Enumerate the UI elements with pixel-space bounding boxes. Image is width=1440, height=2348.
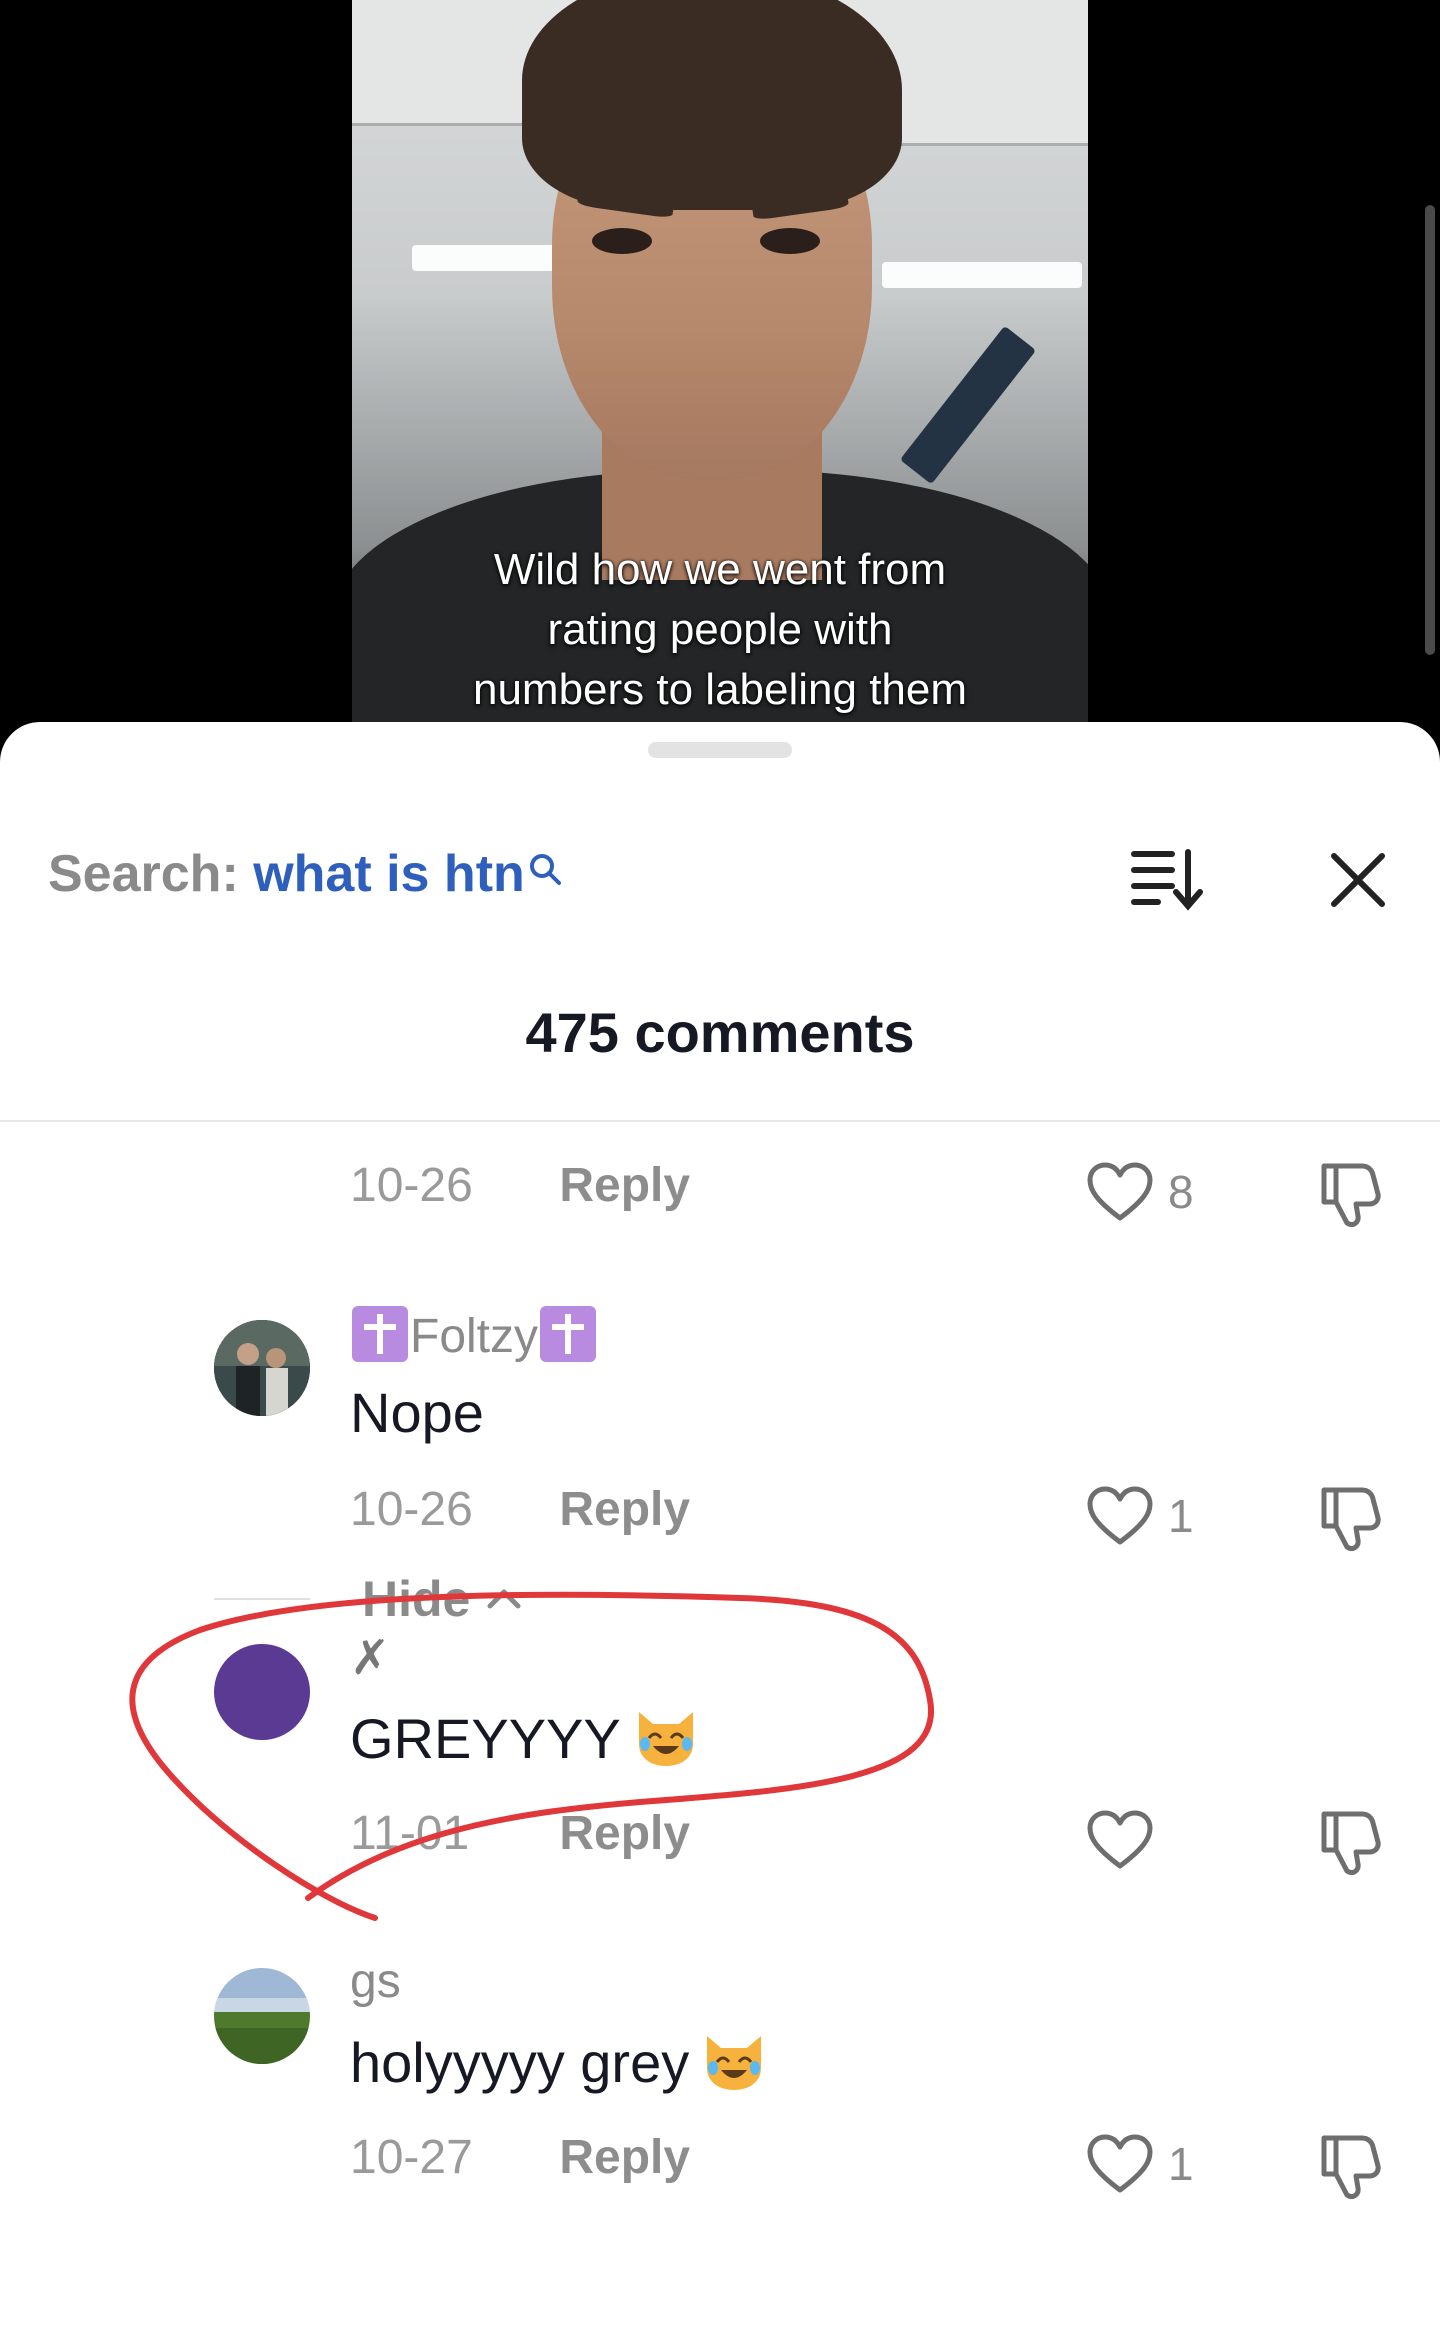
like-button[interactable]: 1: [1086, 2134, 1194, 2194]
like-count: 1: [1168, 2138, 1194, 2190]
drag-handle[interactable]: [648, 742, 792, 758]
comment-date: 10-26: [350, 1159, 473, 1212]
reply-button[interactable]: Reply: [559, 1807, 690, 1860]
comment-meta: 10-26 Reply: [350, 1482, 690, 1542]
hide-divider: [214, 1598, 310, 1600]
cross-emoji-icon: [352, 1306, 408, 1362]
chevron-up-icon: [487, 1589, 521, 1609]
search-query-link[interactable]: what is htn: [253, 845, 525, 903]
like-count: 8: [1168, 1166, 1194, 1218]
dislike-icon[interactable]: [1316, 2128, 1388, 2200]
search-icon[interactable]: [527, 840, 563, 885]
like-button[interactable]: 1: [1086, 1486, 1194, 1546]
sort-icon[interactable]: [1128, 844, 1204, 914]
ceiling-light: [412, 245, 562, 271]
comment-text: Nope: [350, 1381, 484, 1444]
comment-count: 475 comments: [525, 1001, 915, 1064]
header-divider: [0, 1120, 1440, 1122]
person-hair: [522, 0, 902, 210]
avatar[interactable]: [214, 1320, 310, 1416]
close-icon[interactable]: [1320, 842, 1396, 918]
avatar[interactable]: [214, 1968, 310, 2064]
comment-date: 11-01: [350, 1807, 470, 1860]
comment-meta: 10-27 Reply: [350, 2130, 690, 2190]
comment-search[interactable]: Search: what is htn: [48, 844, 563, 904]
reply-button[interactable]: Reply: [559, 1483, 690, 1536]
heart-icon: [1087, 2134, 1153, 2193]
dislike-icon[interactable]: [1316, 1804, 1388, 1876]
dislike-icon[interactable]: [1316, 1480, 1388, 1552]
comment-text: GREYYYY: [350, 1704, 699, 1771]
comments-sheet: Search: what is htn 475 comments: [0, 722, 1440, 2348]
reply-button[interactable]: Reply: [559, 1159, 690, 1212]
comment-meta: 11-01 Reply: [350, 1806, 690, 1866]
comment-date: 10-26: [350, 1483, 473, 1536]
like-button[interactable]: [1086, 1810, 1168, 1870]
cat-tears-of-joy-icon: [701, 2028, 767, 2094]
heart-icon: [1087, 1162, 1153, 1221]
comment-username[interactable]: ✗: [350, 1630, 390, 1686]
comment-username[interactable]: gs: [350, 1954, 401, 2009]
comment-text: holyyyyy grey: [350, 2028, 767, 2095]
video-area: Wild how we went from rating people with…: [0, 0, 1440, 760]
cross-emoji-icon: [540, 1306, 597, 1362]
cat-tears-of-joy-icon: [633, 1704, 699, 1770]
like-button[interactable]: 8: [1086, 1162, 1194, 1222]
avatar[interactable]: [214, 1644, 310, 1740]
ceiling-light: [882, 262, 1082, 288]
left-eye: [592, 228, 652, 254]
like-count: 1: [1168, 1490, 1194, 1542]
comment-date: 10-27: [350, 2131, 473, 2184]
search-label: Search:: [48, 845, 239, 903]
heart-icon: [1087, 1810, 1153, 1869]
right-eye: [760, 228, 820, 254]
exit-sign: [899, 325, 1037, 485]
heart-icon: [1087, 1486, 1153, 1545]
hide-label: Hide: [362, 1571, 471, 1627]
reply-button[interactable]: Reply: [559, 2131, 690, 2184]
hide-replies-button[interactable]: Hide: [214, 1570, 524, 1628]
video-scrollbar[interactable]: [1425, 205, 1435, 655]
dislike-icon[interactable]: [1316, 1156, 1388, 1228]
comment-username[interactable]: Foltzy: [350, 1306, 598, 1364]
video-player[interactable]: Wild how we went from rating people with…: [352, 0, 1088, 730]
video-caption: Wild how we went from rating people with…: [472, 545, 968, 714]
comment-meta: 10-26 Reply: [350, 1158, 690, 1218]
